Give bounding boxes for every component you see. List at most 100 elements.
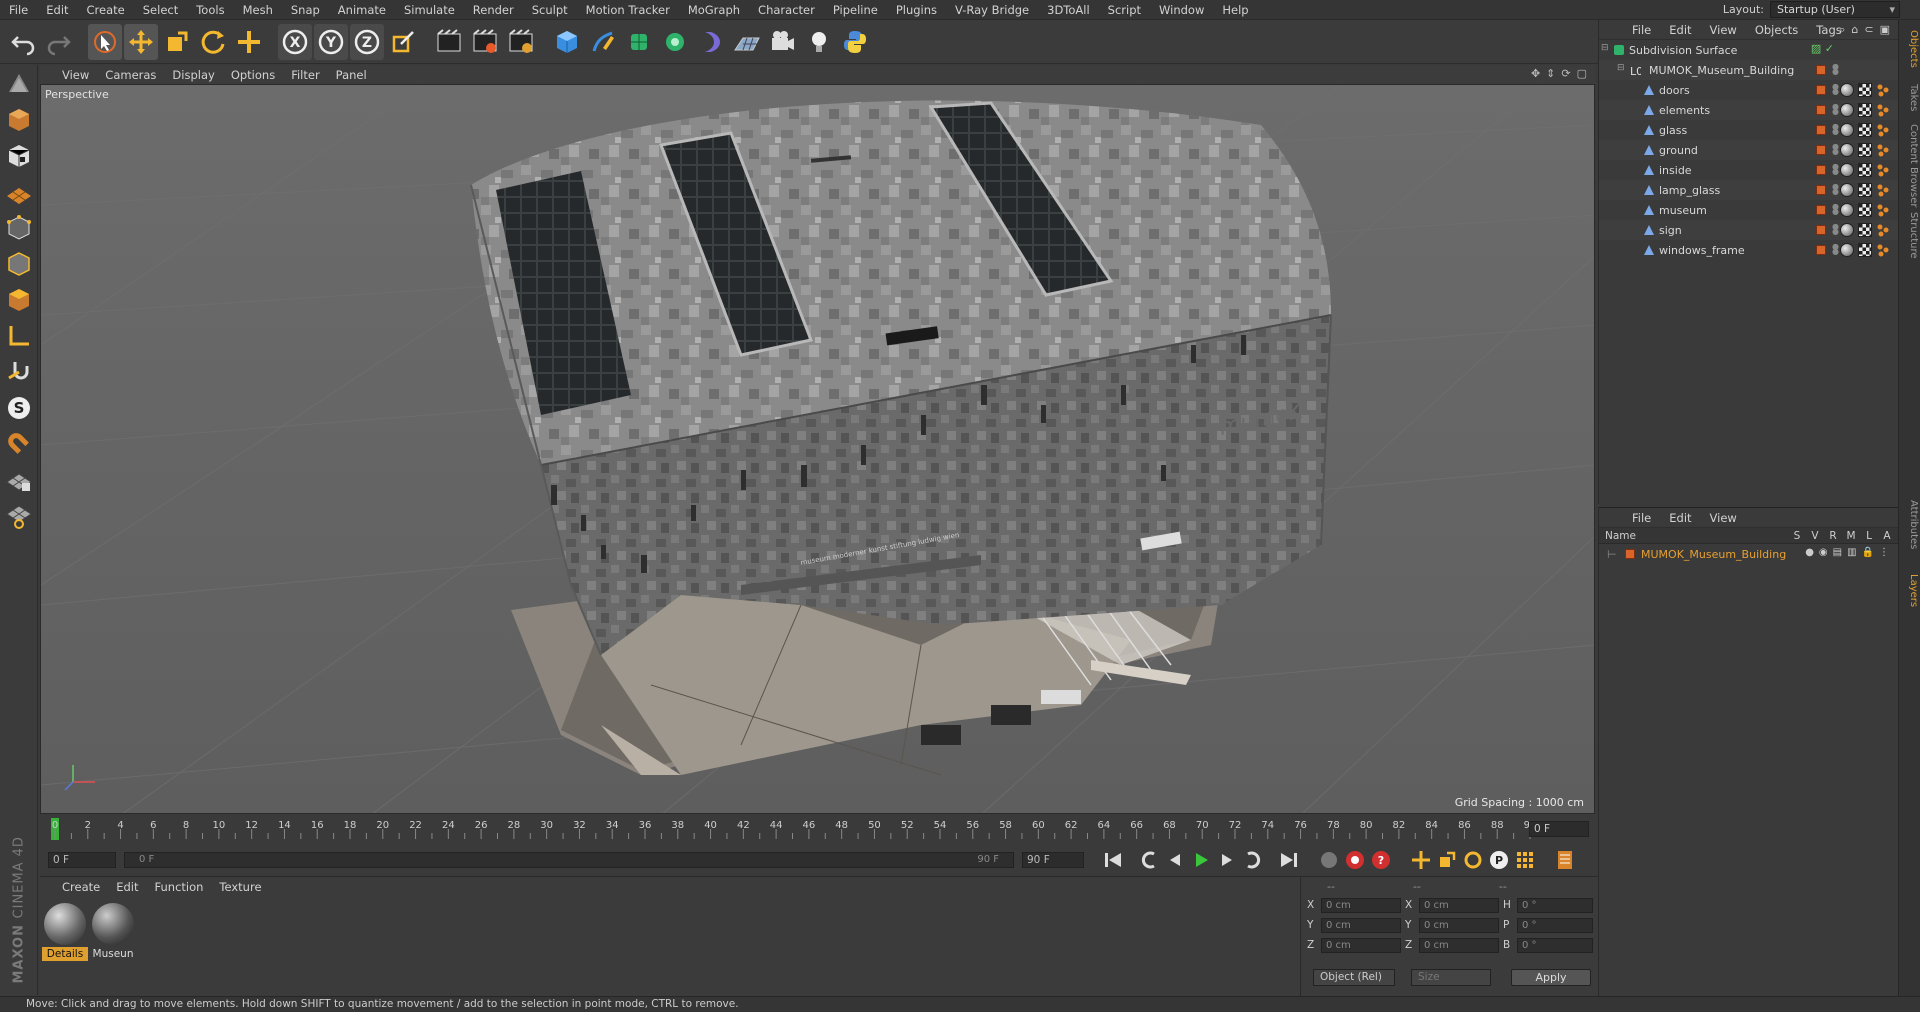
enable-checkmark-icon[interactable]: ▨ ✓ — [1811, 42, 1834, 55]
selection-tag-icon[interactable] — [1876, 223, 1890, 237]
axis-icon[interactable] — [2, 319, 36, 353]
range-slider[interactable]: 0 F 90 F — [124, 852, 1014, 868]
visibility-dots-icon[interactable]: ● ● — [1832, 103, 1839, 116]
make-editable-icon[interactable] — [2, 67, 36, 101]
orbit-icon[interactable]: ⟳ — [1561, 67, 1570, 80]
selection-tag-icon[interactable] — [1876, 163, 1890, 177]
uvw-tag-icon[interactable] — [1858, 103, 1872, 117]
menu-3dtoall[interactable]: 3DToAll — [1038, 0, 1099, 20]
timeline-ticks[interactable]: 0 2 4 6 8 10 12 14 16 18 20 22 24 26 28 30 32 34 36 38 40 42 4… — [50, 817, 1535, 841]
menu-help[interactable]: Help — [1213, 0, 1257, 20]
layer-color-swatch[interactable] — [1816, 225, 1826, 235]
selection-tag-icon[interactable] — [1876, 243, 1890, 257]
visibility-dots-icon[interactable]: ● ● — [1832, 243, 1839, 256]
layout-dropdown[interactable]: Startup (User) — [1770, 1, 1900, 18]
object-row[interactable]: ground ● ● — [1599, 140, 1898, 160]
start-frame-field[interactable]: 0 F — [48, 852, 116, 868]
material-swatch-museum[interactable]: Museun — [90, 903, 136, 961]
menu-simulate[interactable]: Simulate — [395, 0, 464, 20]
edges-mode-icon[interactable] — [2, 247, 36, 281]
pen-icon[interactable] — [586, 24, 620, 60]
object-row-root[interactable]: ⊟ Subdivision Surface ▨ ✓ — [1599, 40, 1898, 60]
position-field[interactable]: 0 cm — [1321, 937, 1401, 953]
viewport-menu-filter[interactable]: Filter — [283, 68, 327, 82]
viewport-menu-cameras[interactable]: Cameras — [97, 68, 164, 82]
side-tab-content-browser[interactable]: Content Browser — [1901, 120, 1919, 207]
layer-name[interactable]: MUMOK_Museum_Building — [1641, 548, 1786, 561]
object-name[interactable]: windows_frame — [1659, 244, 1745, 257]
key-parameter-icon[interactable]: P — [1486, 848, 1512, 872]
object-name[interactable]: sign — [1659, 224, 1682, 237]
object-name[interactable]: lamp_glass — [1659, 184, 1720, 197]
viewport-menu-view[interactable]: View — [54, 68, 97, 82]
menu-character[interactable]: Character — [749, 0, 824, 20]
perspective-viewport[interactable]: mumoK museum moderner kunst stiftung lud… — [40, 84, 1595, 814]
menu-v-ray-bridge[interactable]: V-Ray Bridge — [946, 0, 1038, 20]
go-to-start-icon[interactable] — [1100, 848, 1126, 872]
rotation-field[interactable]: 0 ° — [1517, 897, 1593, 913]
uvw-tag-icon[interactable] — [1858, 163, 1872, 177]
visibility-dots-icon[interactable]: ● ● — [1832, 123, 1839, 136]
cube-icon[interactable] — [550, 24, 584, 60]
viewport-menu-options[interactable]: Options — [223, 68, 283, 82]
layer-toggles[interactable]: ●◉▤▥🔒⋮ — [1805, 547, 1894, 558]
object-name[interactable]: MUMOK_Museum_Building — [1649, 64, 1794, 77]
python-icon[interactable] — [838, 24, 872, 60]
menu-file[interactable]: File — [0, 0, 37, 20]
expand-toggle-icon[interactable]: ⊟ — [1617, 63, 1625, 73]
current-frame-field[interactable]: 0 F — [1529, 821, 1589, 837]
menu-pipeline[interactable]: Pipeline — [824, 0, 887, 20]
menu-plugins[interactable]: Plugins — [887, 0, 946, 20]
menu-motion-tracker[interactable]: Motion Tracker — [577, 0, 679, 20]
uvw-tag-icon[interactable] — [1858, 143, 1872, 157]
material-tag-icon[interactable] — [1840, 183, 1854, 197]
rotation-field[interactable]: 0 ° — [1517, 917, 1593, 933]
layer-col-l[interactable]: L — [1860, 530, 1878, 542]
object-menu-view[interactable]: View — [1701, 23, 1746, 37]
home-icon[interactable]: ⌂ — [1851, 23, 1858, 37]
object-row[interactable]: inside ● ● — [1599, 160, 1898, 180]
material-swatch-details[interactable]: Details — [42, 903, 88, 961]
new-window-icon[interactable]: ▣ — [1880, 23, 1890, 37]
visibility-dots-icon[interactable]: ● ● — [1832, 163, 1839, 176]
viewport-menu-display[interactable]: Display — [164, 68, 222, 82]
autokey-icon[interactable]: ? — [1368, 848, 1394, 872]
selection-tag-icon[interactable] — [1876, 143, 1890, 157]
layer-menu-file[interactable]: File — [1623, 511, 1660, 525]
link-icon[interactable]: ⊂ — [1864, 23, 1873, 37]
menu-mograph[interactable]: MoGraph — [679, 0, 749, 20]
timeline-ruler[interactable]: 0 2 4 6 8 10 12 14 16 18 20 22 24 26 28 30 32 34 36 38 40 42 4… — [40, 815, 1595, 845]
undo-icon[interactable] — [6, 24, 40, 60]
z-axis-icon[interactable]: Z — [350, 23, 384, 60]
light-icon[interactable] — [802, 24, 836, 60]
layer-col-v[interactable]: V — [1806, 530, 1824, 542]
object-menu-file[interactable]: File — [1623, 23, 1660, 37]
material-tag-icon[interactable] — [1840, 203, 1854, 217]
material-menu-create[interactable]: Create — [54, 880, 108, 894]
layer-menu-view[interactable]: View — [1701, 511, 1746, 525]
visibility-dots-icon[interactable]: ● ● — [1832, 143, 1839, 156]
uvw-tag-icon[interactable] — [1858, 223, 1872, 237]
uvw-tag-icon[interactable] — [1858, 243, 1872, 257]
layer-color-swatch[interactable] — [1816, 105, 1826, 115]
object-name[interactable]: ground — [1659, 144, 1698, 157]
model-mode-icon[interactable] — [2, 103, 36, 137]
material-tag-icon[interactable] — [1840, 223, 1854, 237]
move-icon[interactable] — [124, 23, 158, 60]
render-view-icon[interactable] — [432, 24, 466, 60]
layer-color-swatch[interactable] — [1816, 125, 1826, 135]
rotation-field[interactable]: 0 ° — [1517, 937, 1593, 953]
layer-menu-edit[interactable]: Edit — [1660, 511, 1700, 525]
menu-render[interactable]: Render — [464, 0, 523, 20]
side-tab-takes[interactable]: Takes — [1901, 80, 1919, 116]
add-icon[interactable] — [232, 24, 266, 60]
object-name[interactable]: elements — [1659, 104, 1710, 117]
menu-select[interactable]: Select — [134, 0, 187, 20]
magnet-icon[interactable] — [2, 427, 36, 461]
layer-color-swatch[interactable] — [1816, 145, 1826, 155]
layer-color-swatch[interactable] — [1816, 205, 1826, 215]
uvw-tag-icon[interactable] — [1858, 83, 1872, 97]
pan-icon[interactable]: ✥ — [1531, 67, 1540, 80]
texture-mode-icon[interactable] — [2, 139, 36, 173]
play-icon[interactable] — [1188, 848, 1214, 872]
